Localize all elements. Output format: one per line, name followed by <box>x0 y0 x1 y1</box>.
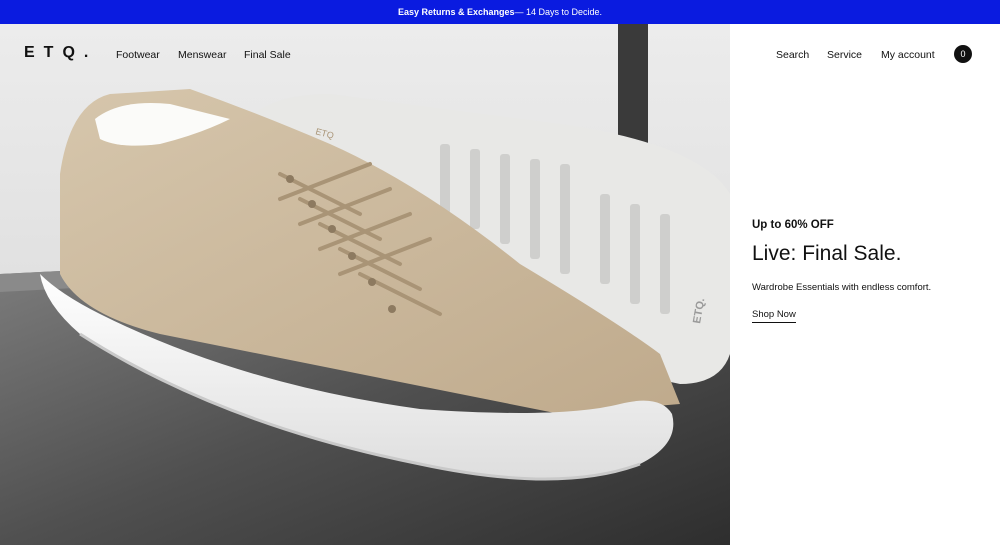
announcement-bold: Easy Returns & Exchanges <box>397 7 515 17</box>
nav-search[interactable]: Search <box>776 49 809 61</box>
promo-subtitle: Wardrobe Essentials with endless comfort… <box>752 282 932 293</box>
nav-footwear[interactable]: Footwear <box>116 49 160 61</box>
nav-menswear[interactable]: Menswear <box>178 49 226 61</box>
announcement-bar: Easy Returns & Exchanges — 14 Days to De… <box>0 0 1000 24</box>
shop-now-link[interactable]: Shop Now <box>752 309 796 323</box>
logo[interactable]: ETQ. <box>24 44 97 62</box>
cart-count-badge[interactable]: 0 <box>954 45 972 63</box>
nav-final-sale[interactable]: Final Sale <box>244 49 291 61</box>
hero-image: ETQ. ETQ <box>0 24 730 545</box>
promo-title: Live: Final Sale. <box>752 242 902 265</box>
nav-service[interactable]: Service <box>827 49 862 61</box>
nav-my-account[interactable]: My account <box>881 49 935 61</box>
announcement-rest: — 14 Days to Decide. <box>514 7 603 17</box>
promo-eyebrow: Up to 60% OFF <box>752 219 834 231</box>
